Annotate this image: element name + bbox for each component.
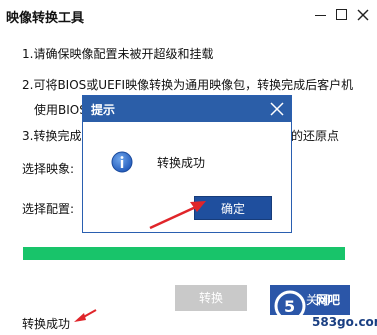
main-window: 映像转换工具 1.请确保映像配置未被开超级和挂载 2.可将BIOS或UEFI映像…: [0, 0, 377, 335]
arrow-to-ok-button: [149, 201, 206, 230]
annotation-arrows: [74, 201, 206, 322]
arrow-to-status: [74, 309, 97, 322]
